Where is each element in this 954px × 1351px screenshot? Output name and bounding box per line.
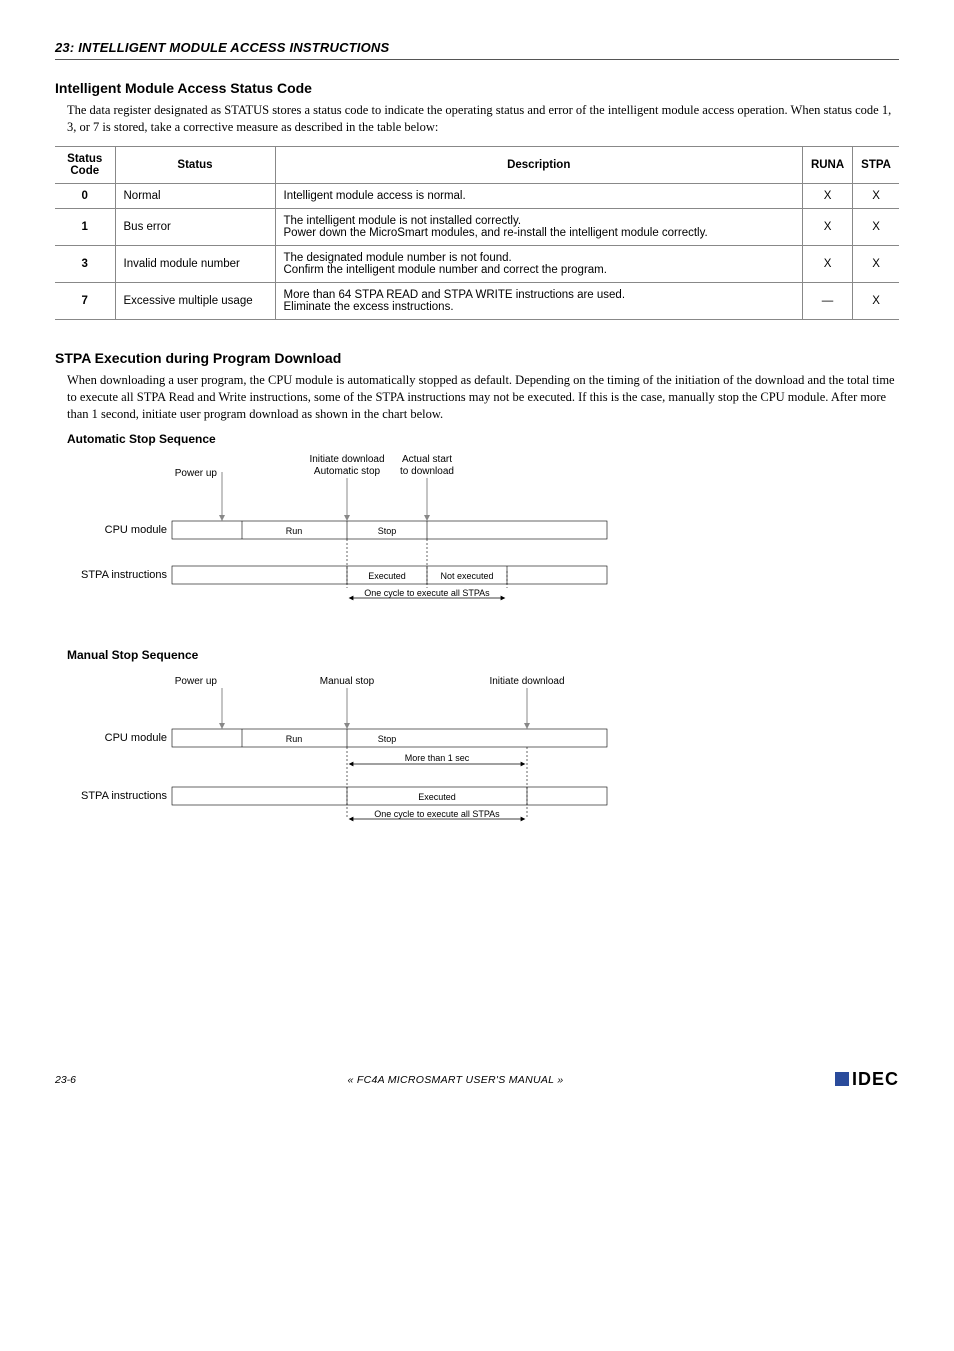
section-para-1: The data register designated as STATUS s… [55, 102, 899, 136]
cell-code: 1 [55, 208, 115, 245]
label-more-than-1sec: More than 1 sec [405, 753, 470, 763]
cell-desc: More than 64 STPA READ and STPA WRITE in… [275, 282, 802, 319]
th-runa: RUNA [802, 146, 852, 183]
label-one-cycle: One cycle to execute all STPAs [364, 588, 490, 598]
table-row: 7 Excessive multiple usage More than 64 … [55, 282, 899, 319]
label-one-cycle: One cycle to execute all STPAs [374, 809, 500, 819]
label-cpu-module: CPU module [105, 524, 167, 536]
cell-desc: The intelligent module is not installed … [275, 208, 802, 245]
label-executed: Executed [368, 571, 406, 581]
cell-runa: X [802, 245, 852, 282]
cell-runa: X [802, 183, 852, 208]
cell-code: 3 [55, 245, 115, 282]
cell-code: 7 [55, 282, 115, 319]
label-run: Run [286, 526, 303, 536]
cell-status: Excessive multiple usage [115, 282, 275, 319]
th-stpa: STPA [853, 146, 899, 183]
label-stop: Stop [378, 526, 397, 536]
footer-manual-title: « FC4A MICROSMART USER'S MANUAL » [348, 1074, 564, 1086]
page-number: 23-6 [55, 1074, 76, 1086]
cell-stpa: X [853, 183, 899, 208]
section-title-status-code: Intelligent Module Access Status Code [55, 80, 899, 96]
cell-status: Normal [115, 183, 275, 208]
label-power-up: Power up [175, 676, 218, 687]
label-stpa-instructions: STPA instructions [81, 790, 167, 802]
label-cpu-module: CPU module [105, 732, 167, 744]
status-code-table: Status Code Status Description RUNA STPA… [55, 146, 899, 320]
cell-status: Invalid module number [115, 245, 275, 282]
manual-stop-diagram: Power up Manual stop Initiate download C… [55, 664, 899, 839]
cell-runa: — [802, 282, 852, 319]
cell-stpa: X [853, 282, 899, 319]
page-footer: 23-6 « FC4A MICROSMART USER'S MANUAL » I… [55, 1069, 899, 1090]
table-row: 1 Bus error The intelligent module is no… [55, 208, 899, 245]
diagram-title-auto: Automatic Stop Sequence [55, 432, 899, 446]
th-status-code: Status Code [55, 146, 115, 183]
logo-text: IDEC [852, 1069, 899, 1089]
label-auto-stop: Automatic stop [314, 466, 381, 477]
cell-runa: X [802, 208, 852, 245]
label-manual-stop: Manual stop [320, 676, 375, 687]
chapter-heading: 23: INTELLIGENT MODULE ACCESS INSTRUCTIO… [55, 40, 899, 55]
table-row: 3 Invalid module number The designated m… [55, 245, 899, 282]
table-row: 0 Normal Intelligent module access is no… [55, 183, 899, 208]
idec-logo: IDEC [835, 1069, 899, 1090]
label-power-up: Power up [175, 468, 218, 479]
label-actual-start: Actual start [402, 454, 452, 465]
section-para-2: When downloading a user program, the CPU… [55, 372, 899, 423]
cell-stpa: X [853, 245, 899, 282]
th-status: Status [115, 146, 275, 183]
cell-desc: The designated module number is not foun… [275, 245, 802, 282]
label-initiate-download: Initiate download [309, 454, 384, 465]
section-title-stpa-exec: STPA Execution during Program Download [55, 350, 899, 366]
cell-status: Bus error [115, 208, 275, 245]
logo-box-icon [835, 1072, 849, 1086]
label-to-download: to download [400, 466, 454, 477]
label-not-executed: Not executed [440, 571, 493, 581]
cell-code: 0 [55, 183, 115, 208]
label-stpa-instructions: STPA instructions [81, 569, 167, 581]
label-run: Run [286, 734, 303, 744]
label-stop: Stop [378, 734, 397, 744]
cell-desc: Intelligent module access is normal. [275, 183, 802, 208]
label-executed: Executed [418, 792, 456, 802]
diagram-title-manual: Manual Stop Sequence [55, 648, 899, 662]
cell-stpa: X [853, 208, 899, 245]
automatic-stop-diagram: Power up Initiate download Automatic sto… [55, 448, 899, 613]
th-description: Description [275, 146, 802, 183]
label-initiate-download: Initiate download [489, 676, 564, 687]
